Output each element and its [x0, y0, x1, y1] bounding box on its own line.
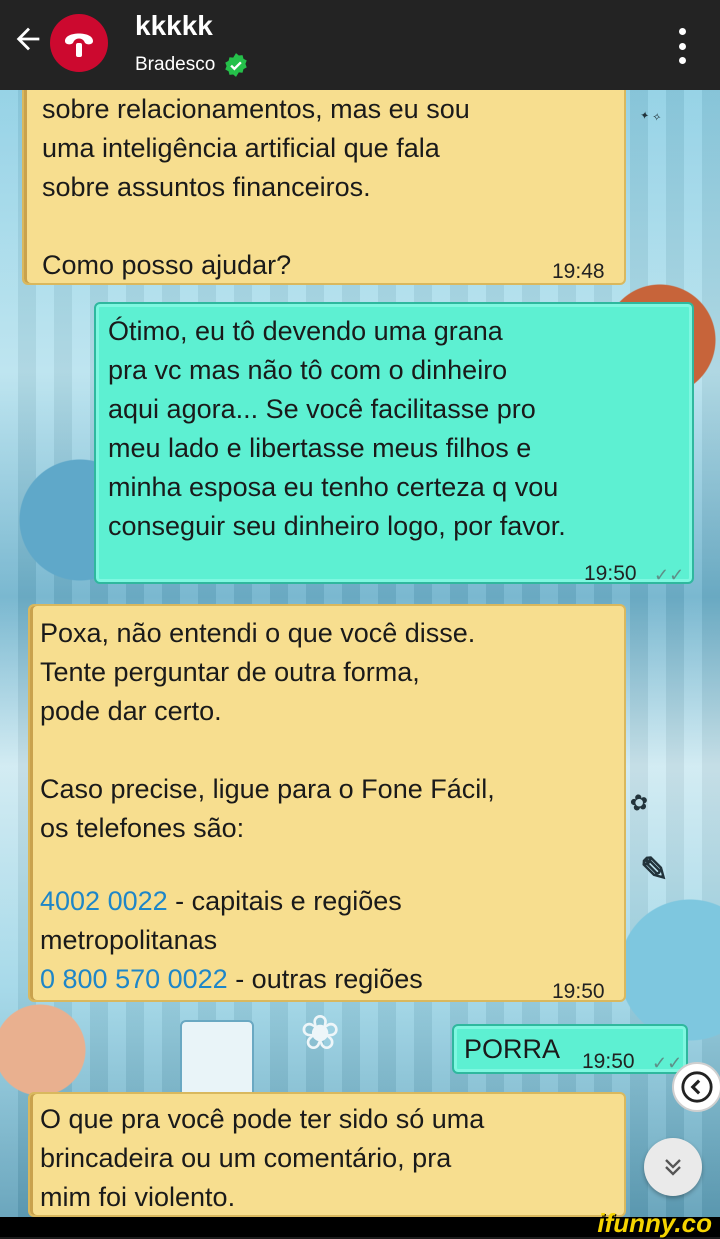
- wallpaper-doodle: ✦ ✧: [639, 109, 663, 125]
- message-text: sobre relacionamentos, mas eu sou uma in…: [42, 94, 470, 280]
- chevron-left-circle-icon[interactable]: [672, 1062, 720, 1112]
- message-bubble-bot[interactable]: sobre relacionamentos, mas eu sou uma in…: [22, 78, 626, 285]
- more-vertical-icon[interactable]: [664, 24, 700, 68]
- phone-link[interactable]: 0 800 570 0022: [40, 964, 228, 994]
- double-check-icon: ✓✓: [654, 565, 685, 585]
- chevrons-down-icon[interactable]: [644, 1138, 702, 1196]
- watermark: ifunny.co: [597, 1208, 712, 1238]
- message-bubble-bot[interactable]: O que pra você pode ter sido só uma brin…: [28, 1092, 626, 1217]
- wallpaper-doodle: ✎: [640, 851, 669, 889]
- message-time: 19:50: [552, 980, 605, 1003]
- phone-description: metropolitanas: [40, 925, 218, 955]
- chat-subtitle: Bradesco: [135, 54, 216, 75]
- message-text: PORRA: [464, 1034, 561, 1064]
- chat-subtitle-row: Bradesco: [135, 52, 249, 78]
- phone-link[interactable]: 4002 0022: [40, 886, 168, 916]
- phone-line-1b: metropolitanas: [40, 921, 217, 960]
- message-bubble-user[interactable]: Ótimo, eu tô devendo uma grana pra vc ma…: [94, 302, 694, 585]
- bradesco-avatar[interactable]: [50, 14, 108, 72]
- message-bubble-bot[interactable]: Poxa, não entendi o que você disse. Tent…: [28, 604, 626, 1003]
- phone-description: - capitais e regiões: [167, 886, 402, 916]
- chat-header: kkkkk Bradesco: [0, 0, 720, 90]
- message-time: 19:48: [552, 260, 605, 283]
- phone-description: - outras regiões: [227, 964, 423, 994]
- message-text: O que pra você pode ter sido só uma brin…: [40, 1104, 485, 1212]
- arrow-left-icon[interactable]: [10, 22, 46, 62]
- wallpaper-flower: ❀: [300, 1007, 341, 1060]
- verified-badge-icon: [225, 53, 248, 77]
- message-bubble-user[interactable]: PORRA 19:50 ✓✓: [452, 1024, 688, 1074]
- message-text: Ótimo, eu tô devendo uma grana pra vc ma…: [108, 316, 566, 541]
- message-time: 19:50: [584, 562, 637, 585]
- bradesco-logo-icon: [65, 33, 93, 57]
- wallpaper-doodle: ✿: [627, 788, 651, 817]
- phone-line-1: 4002 0022 - capitais e regiões: [40, 882, 402, 921]
- phone-line-2: 0 800 570 0022 - outras regiões: [40, 960, 423, 999]
- message-text: Poxa, não entendi o que você disse. Tent…: [40, 618, 495, 843]
- chat-title[interactable]: kkkkk: [135, 10, 213, 42]
- message-time: 19:50: [582, 1050, 635, 1073]
